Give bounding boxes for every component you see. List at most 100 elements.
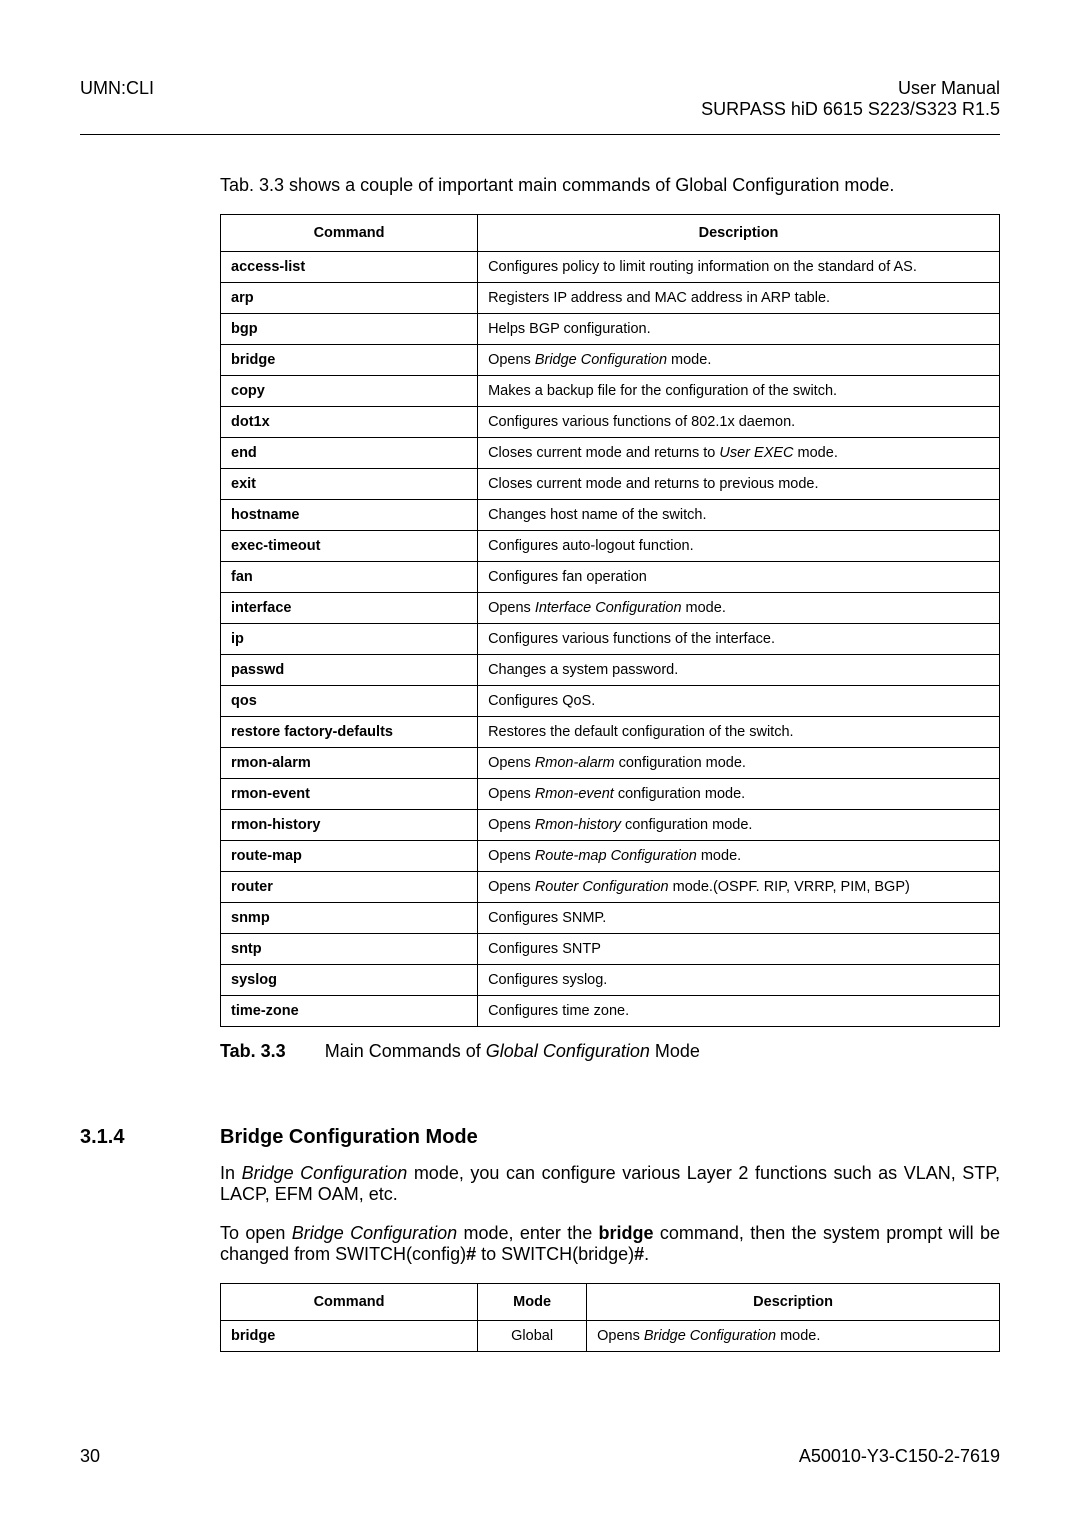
p2-em: Bridge Configuration [292, 1223, 457, 1243]
table-row: sntpConfigures SNTP [221, 934, 1000, 965]
cmd-cell: exec-timeout [221, 531, 478, 562]
cmd-cell: interface [221, 593, 478, 624]
p2-pre: To open [220, 1223, 292, 1243]
table-row: copyMakes a backup file for the configur… [221, 376, 1000, 407]
table-row: hostnameChanges host name of the switch. [221, 500, 1000, 531]
para-1: In Bridge Configuration mode, you can co… [220, 1163, 1000, 1205]
desc-cell: Helps BGP configuration. [478, 314, 1000, 345]
cmd-cell: dot1x [221, 407, 478, 438]
col-description: Description [478, 215, 1000, 252]
section-heading: 3.1.4 Bridge Configuration Mode [220, 1126, 1000, 1149]
page-header: UMN:CLI User Manual SURPASS hiD 6615 S22… [80, 78, 1000, 120]
caption-text-pre: Main Commands of [325, 1041, 486, 1061]
section-number: 3.1.4 [80, 1126, 220, 1149]
table-row: endCloses current mode and returns to Us… [221, 438, 1000, 469]
table-row: route-mapOpens Route-map Configuration m… [221, 841, 1000, 872]
desc-cell: Configures SNMP. [478, 903, 1000, 934]
desc-cell: Changes a system password. [478, 655, 1000, 686]
table-row: rmon-alarmOpens Rmon-alarm configuration… [221, 748, 1000, 779]
desc-cell: Opens Interface Configuration mode. [478, 593, 1000, 624]
col2-command: Command [221, 1284, 478, 1321]
desc-cell: Configures syslog. [478, 965, 1000, 996]
desc-cell: Configures QoS. [478, 686, 1000, 717]
table-row: syslogConfigures syslog. [221, 965, 1000, 996]
cmd-cell: bgp [221, 314, 478, 345]
cmd-cell: rmon-alarm [221, 748, 478, 779]
cmd-cell: qos [221, 686, 478, 717]
cmd-cell: bridge [221, 345, 478, 376]
desc-cell: Opens Router Configuration mode.(OSPF. R… [478, 872, 1000, 903]
p1-em: Bridge Configuration [242, 1163, 408, 1183]
intro-text: Tab. 3.3 shows a couple of important mai… [220, 175, 1000, 196]
page-number: 30 [80, 1446, 100, 1467]
desc-cell: Closes current mode and returns to previ… [478, 469, 1000, 500]
desc-cell: Configures policy to limit routing infor… [478, 252, 1000, 283]
cmd-cell: copy [221, 376, 478, 407]
table-row: exec-timeoutConfigures auto-logout funct… [221, 531, 1000, 562]
header-left: UMN:CLI [80, 78, 154, 120]
section-title-text: Bridge Configuration Mode [220, 1126, 478, 1149]
cmd-cell: passwd [221, 655, 478, 686]
table-row: fanConfigures fan operation [221, 562, 1000, 593]
page-footer: 30 A50010-Y3-C150-2-7619 [80, 1446, 1000, 1467]
desc-cell: Opens Rmon-history configuration mode. [478, 810, 1000, 841]
table-row: ipConfigures various functions of the in… [221, 624, 1000, 655]
table-row: restore factory-defaultsRestores the def… [221, 717, 1000, 748]
table-row: bridgeOpens Bridge Configuration mode. [221, 345, 1000, 376]
caption-text-post: Mode [650, 1041, 700, 1061]
col2-mode: Mode [478, 1284, 587, 1321]
cmd-cell: bridge [221, 1321, 478, 1352]
cmd-cell: rmon-event [221, 779, 478, 810]
table-row: passwdChanges a system password. [221, 655, 1000, 686]
table-row: access-listConfigures policy to limit ro… [221, 252, 1000, 283]
desc-cell: Opens Rmon-event configuration mode. [478, 779, 1000, 810]
desc-cell: Restores the default configuration of th… [478, 717, 1000, 748]
table-row: exitCloses current mode and returns to p… [221, 469, 1000, 500]
cmd-cell: router [221, 872, 478, 903]
table-row: interfaceOpens Interface Configuration m… [221, 593, 1000, 624]
cmd-cell: time-zone [221, 996, 478, 1027]
doc-id: A50010-Y3-C150-2-7619 [799, 1446, 1000, 1467]
table-row: bgpHelps BGP configuration. [221, 314, 1000, 345]
cmd-cell: exit [221, 469, 478, 500]
table-row: rmon-eventOpens Rmon-event configuration… [221, 779, 1000, 810]
cmd-cell: sntp [221, 934, 478, 965]
desc-cell: Configures auto-logout function. [478, 531, 1000, 562]
header-right-line2: SURPASS hiD 6615 S223/S323 R1.5 [701, 99, 1000, 120]
cmd-cell: hostname [221, 500, 478, 531]
desc-cell: Changes host name of the switch. [478, 500, 1000, 531]
table-row: snmpConfigures SNMP. [221, 903, 1000, 934]
cmd-cell: fan [221, 562, 478, 593]
desc-cell: Configures fan operation [478, 562, 1000, 593]
desc-cell: Configures time zone. [478, 996, 1000, 1027]
cmd-cell: route-map [221, 841, 478, 872]
p2-b3: # [634, 1244, 644, 1264]
para-2: To open Bridge Configuration mode, enter… [220, 1223, 1000, 1265]
desc-cell: Configures SNTP [478, 934, 1000, 965]
cmd-cell: end [221, 438, 478, 469]
table-row: rmon-historyOpens Rmon-history configura… [221, 810, 1000, 841]
cmd-cell: ip [221, 624, 478, 655]
desc-cell: Configures various functions of 802.1x d… [478, 407, 1000, 438]
p2-bold: bridge [599, 1223, 654, 1243]
desc-cell: Makes a backup file for the configuratio… [478, 376, 1000, 407]
col2-description: Description [587, 1284, 1000, 1321]
p2-post3: . [644, 1244, 649, 1264]
col-command: Command [221, 215, 478, 252]
p2-mid: mode, enter the [457, 1223, 598, 1243]
table-row: dot1xConfigures various functions of 802… [221, 407, 1000, 438]
table-row: bridgeGlobalOpens Bridge Configuration m… [221, 1321, 1000, 1352]
caption-label: Tab. 3.3 [220, 1041, 286, 1061]
cmd-cell: syslog [221, 965, 478, 996]
desc-cell: Closes current mode and returns to User … [478, 438, 1000, 469]
p1-pre: In [220, 1163, 242, 1183]
desc-cell: Opens Bridge Configuration mode. [478, 345, 1000, 376]
table-row: time-zoneConfigures time zone. [221, 996, 1000, 1027]
caption-text-em: Global Configuration [486, 1041, 650, 1061]
global-commands-table: Command Description access-listConfigure… [220, 214, 1000, 1027]
cmd-cell: access-list [221, 252, 478, 283]
table-row: arpRegisters IP address and MAC address … [221, 283, 1000, 314]
desc-cell: Configures various functions of the inte… [478, 624, 1000, 655]
cmd-cell: rmon-history [221, 810, 478, 841]
cmd-cell: restore factory-defaults [221, 717, 478, 748]
